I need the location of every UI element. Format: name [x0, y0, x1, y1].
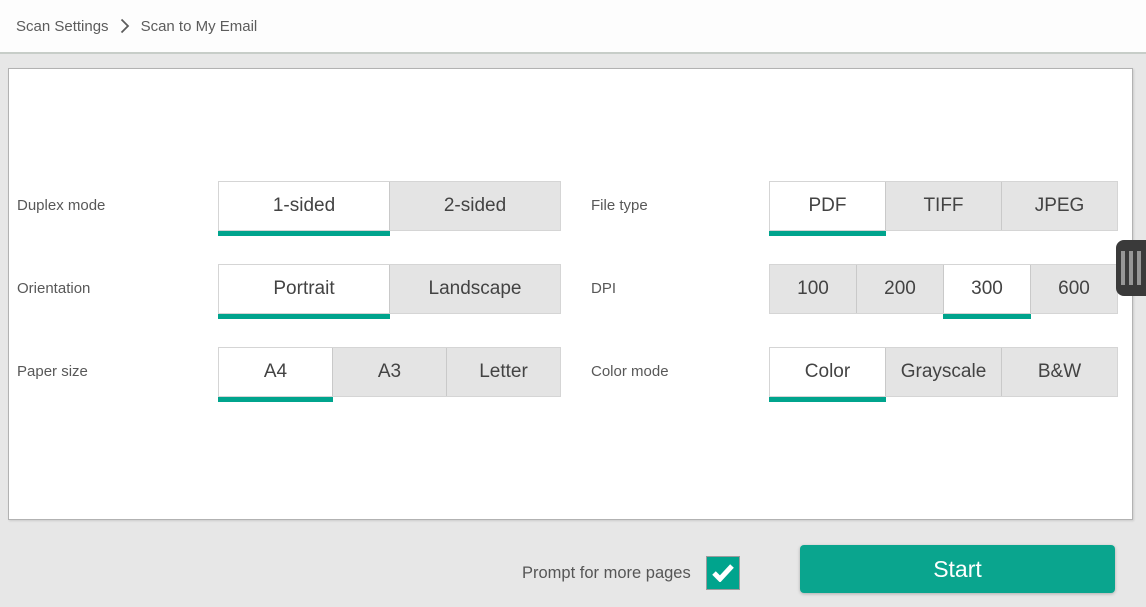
breadcrumb-current-page: Scan to My Email	[141, 18, 258, 35]
start-button[interactable]: Start	[800, 545, 1115, 593]
drawer-handle[interactable]	[1116, 240, 1146, 296]
duplex-mode-label: Duplex mode	[17, 181, 105, 231]
orientation-label: Orientation	[17, 264, 90, 314]
duplex-2-sided-button[interactable]: 2-sided	[390, 182, 560, 230]
paper-size-a3-button[interactable]: A3	[333, 348, 447, 396]
breadcrumb-scan-settings[interactable]: Scan Settings	[16, 18, 109, 35]
color-mode-label: Color mode	[591, 347, 669, 397]
duplex-mode-group: 1-sided 2-sided	[218, 181, 561, 231]
paper-size-letter-button[interactable]: Letter	[447, 348, 560, 396]
grip-vertical-icon	[1121, 251, 1141, 285]
color-mode-bw-button[interactable]: B&W	[1002, 348, 1117, 396]
dpi-300-button[interactable]: 300	[944, 265, 1031, 313]
color-mode-grayscale-button[interactable]: Grayscale	[886, 348, 1002, 396]
orientation-landscape-button[interactable]: Landscape	[390, 265, 560, 313]
scan-settings-screen: Scan Settings Scan to My Email Duplex mo…	[0, 0, 1146, 607]
prompt-for-more-pages-label: Prompt for more pages	[522, 564, 691, 583]
check-icon	[712, 564, 734, 582]
color-mode-group: Color Grayscale B&W	[769, 347, 1118, 397]
orientation-portrait-button[interactable]: Portrait	[219, 265, 390, 313]
prompt-for-more-pages-checkbox[interactable]	[706, 556, 740, 590]
file-type-tiff-button[interactable]: TIFF	[886, 182, 1002, 230]
file-type-pdf-button[interactable]: PDF	[770, 182, 886, 230]
breadcrumb: Scan Settings Scan to My Email	[0, 0, 1146, 54]
duplex-1-sided-button[interactable]: 1-sided	[219, 182, 390, 230]
chevron-right-icon	[120, 18, 130, 34]
file-type-jpeg-button[interactable]: JPEG	[1002, 182, 1117, 230]
dpi-label: DPI	[591, 264, 616, 314]
paper-size-label: Paper size	[17, 347, 88, 397]
dpi-200-button[interactable]: 200	[857, 265, 944, 313]
color-mode-color-button[interactable]: Color	[770, 348, 886, 396]
settings-panel: Duplex mode 1-sided 2-sided File type PD…	[8, 68, 1133, 520]
file-type-label: File type	[591, 181, 648, 231]
dpi-group: 100 200 300 600	[769, 264, 1118, 314]
paper-size-a4-button[interactable]: A4	[219, 348, 333, 396]
prompt-for-more-pages-row: Prompt for more pages	[522, 556, 740, 590]
dpi-600-button[interactable]: 600	[1031, 265, 1117, 313]
paper-size-group: A4 A3 Letter	[218, 347, 561, 397]
file-type-group: PDF TIFF JPEG	[769, 181, 1118, 231]
orientation-group: Portrait Landscape	[218, 264, 561, 314]
dpi-100-button[interactable]: 100	[770, 265, 857, 313]
